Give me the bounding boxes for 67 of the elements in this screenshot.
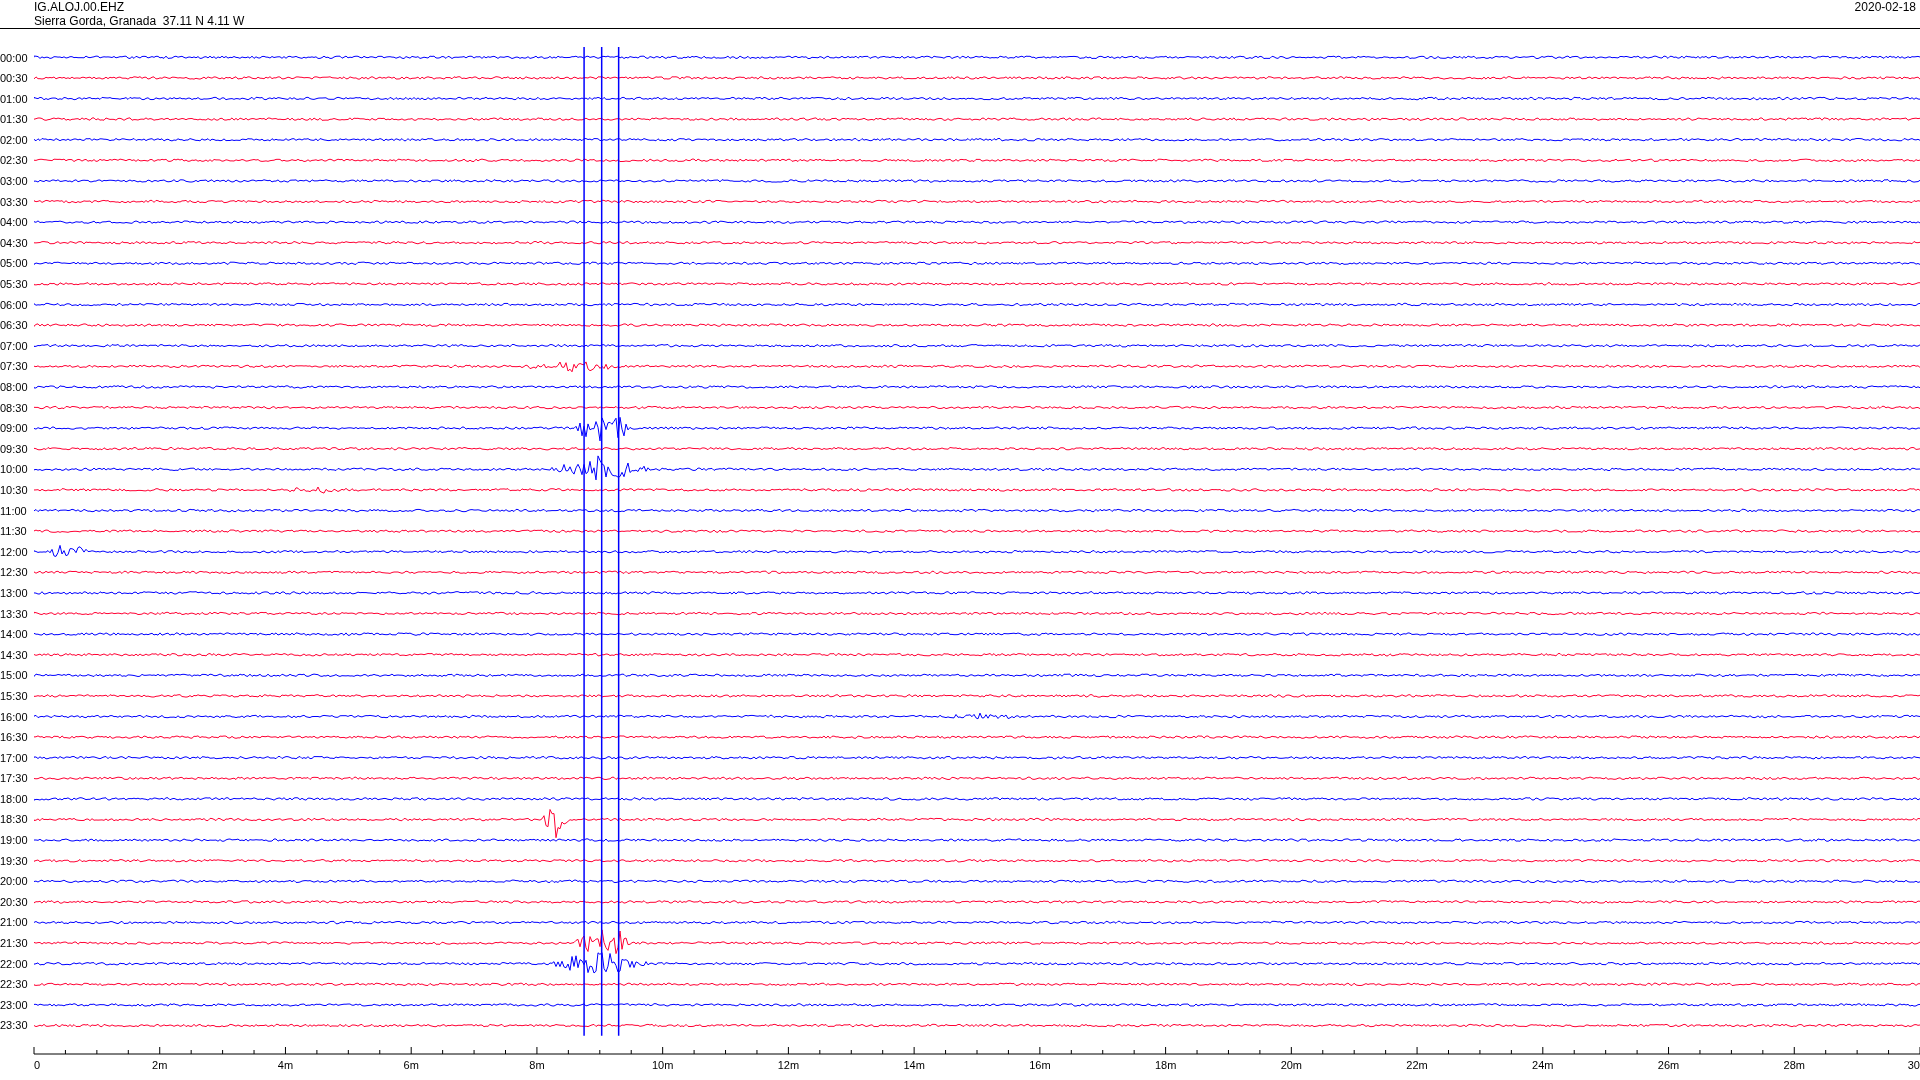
time-label: 21:00 [0,916,28,929]
time-label: 06:00 [0,298,28,311]
tick-label: 10m [651,1059,674,1071]
time-label: 23:00 [0,998,28,1011]
time-label: 16:00 [0,710,28,723]
time-label: 12:00 [0,545,28,558]
time-label: 18:30 [0,813,28,826]
tick-label: 0 [34,1059,41,1071]
time-label: 00:30 [0,72,28,85]
time-label: 13:00 [0,586,28,599]
time-label: 03:00 [0,175,28,188]
time-label: 21:30 [0,937,28,950]
tick-label: 24m [1532,1059,1554,1071]
station-location: Sierra Gorda, Granada 37.11 N 4.11 W [34,14,245,28]
time-label: 14:30 [0,648,28,661]
time-label: 10:00 [0,463,28,476]
time-label: 19:00 [0,834,28,847]
channel-name: IG.ALOJ.00.EHZ [34,0,126,14]
time-label: 17:00 [0,751,28,764]
tick-label: 14m [903,1059,925,1071]
time-label: 05:00 [0,257,28,270]
time-label: 14:00 [0,628,28,641]
time-label: 02:30 [0,154,28,167]
time-label: 10:30 [0,483,28,496]
tick-label: 16m [1029,1059,1051,1071]
time-label: 17:30 [0,772,28,785]
tick-label: 26m [1657,1059,1680,1071]
time-label: 13:30 [0,607,28,620]
tick-label: 6m [403,1059,419,1071]
time-label: 16:30 [0,731,28,744]
time-label: 22:00 [0,957,28,970]
tick-label: 20m [1280,1059,1303,1071]
time-label: 02:00 [0,133,28,146]
time-label: 03:30 [0,195,28,208]
time-label: 12:30 [0,566,28,579]
time-label: 06:30 [0,319,28,332]
tick-label: 12m [777,1059,800,1071]
time-label: 15:00 [0,669,28,682]
time-label: 20:30 [0,895,28,908]
time-label: 07:30 [0,360,28,373]
time-label: 08:30 [0,401,28,414]
tick-label: 2m [152,1059,168,1071]
time-label: 08:00 [0,381,28,393]
tick-label: 8m [529,1059,545,1071]
time-label: 09:00 [0,422,28,435]
time-label: 15:30 [0,689,28,702]
plot-date: 2020-02-18 [1854,0,1916,16]
tick-label: 22m [1406,1059,1428,1071]
time-label: 23:30 [0,1019,28,1032]
time-label: 04:30 [0,236,28,249]
time-label: 19:30 [0,854,28,867]
time-label: 07:00 [0,339,28,352]
time-label: 11:30 [0,525,27,538]
time-label: 22:30 [0,978,28,991]
time-label: 01:30 [0,113,28,126]
tick-label: 4m [277,1059,294,1071]
time-label: 18:00 [0,792,28,805]
time-label: 04:00 [0,216,28,229]
tick-label: 30 [1907,1059,1920,1071]
time-label: 00:00 [0,51,28,64]
time-label: 05:30 [0,278,28,291]
tick-label: 28m [1783,1059,1805,1071]
time-label: 01:00 [0,92,28,105]
time-label: 11:00 [0,504,27,517]
time-label: 09:30 [0,442,28,455]
time-label: 20:00 [0,875,28,888]
tick-label: 18m [1154,1059,1177,1071]
